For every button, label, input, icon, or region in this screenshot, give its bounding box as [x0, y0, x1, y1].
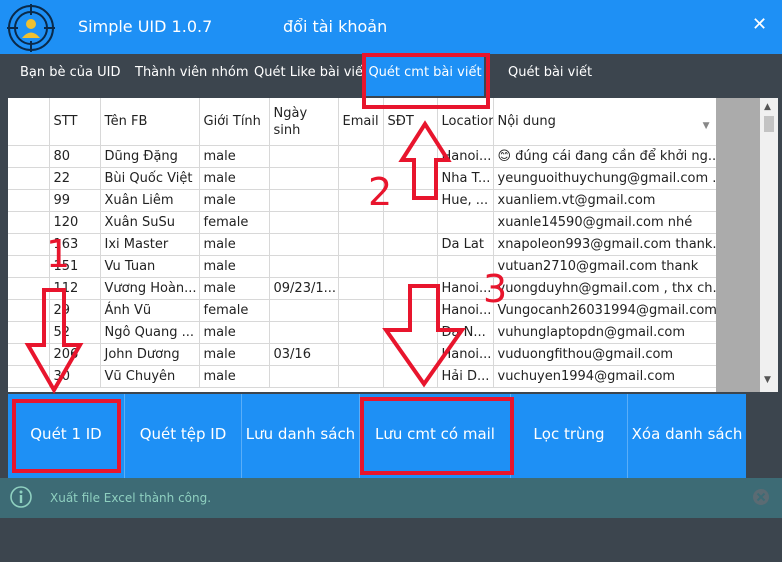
arrow-down-icon [24, 288, 84, 394]
arrow-up-icon [398, 120, 452, 200]
arrow-down-icon [382, 284, 466, 388]
step-number-2: 2 [368, 170, 393, 214]
annotation-arrows [24, 120, 466, 394]
step-number-3: 3 [483, 267, 508, 311]
step-number-1: 1 [46, 232, 71, 276]
